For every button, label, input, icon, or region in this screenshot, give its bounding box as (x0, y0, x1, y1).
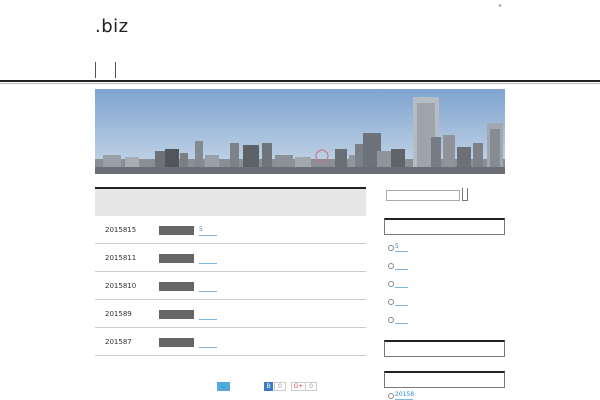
bullet-icon (388, 393, 394, 399)
main-title-bar (95, 187, 366, 216)
post-category-badge[interactable] (159, 226, 194, 235)
tiny-mark: ▸ (499, 2, 503, 9)
post-date: 2015815 (105, 226, 137, 234)
sidebar-link[interactable] (395, 298, 408, 306)
hatena-count: 0 (274, 382, 286, 391)
twitter-share-button[interactable]: 🐦 (217, 382, 230, 391)
sidebar-link[interactable] (395, 262, 408, 270)
sidebar-widget-title-archive (384, 371, 505, 388)
sidebar-link[interactable] (395, 316, 408, 324)
hero-image (95, 89, 505, 174)
sidebar-link[interactable] (395, 280, 408, 288)
post-category-badge[interactable] (159, 338, 194, 347)
archive-link[interactable]: 20158 (395, 392, 414, 400)
post-row: 2015811 (95, 244, 366, 272)
sidebar-widget-title-recent (384, 218, 505, 235)
header-divider-thin (0, 83, 600, 84)
hatena-icon: B (266, 383, 271, 390)
post-link[interactable]: 5 (199, 226, 217, 236)
header-divider (0, 80, 600, 82)
post-row: 2015810 (95, 272, 366, 300)
global-nav (95, 62, 135, 78)
post-row: 2015815 5 (95, 216, 366, 244)
bullet-icon (388, 317, 394, 323)
post-link[interactable] (199, 282, 217, 292)
post-category-badge[interactable] (159, 310, 194, 319)
search-input[interactable] (386, 190, 460, 201)
post-category-badge[interactable] (159, 254, 194, 263)
city-skyline-illustration (95, 89, 505, 174)
gplus-share-button[interactable]: G+ (291, 382, 306, 391)
nav-item-2[interactable] (115, 62, 136, 78)
post-date: 2015811 (105, 254, 137, 262)
gplus-count: 0 (305, 382, 317, 391)
bullet-icon (388, 281, 394, 287)
post-row: 201587 (95, 328, 366, 356)
post-category-badge[interactable] (159, 282, 194, 291)
post-link[interactable] (199, 338, 217, 348)
hatena-bookmark-button[interactable]: B (264, 382, 273, 391)
bullet-icon (388, 299, 394, 305)
nav-item-1[interactable] (95, 62, 116, 78)
main-content: 2015815 5 2015811 2015810 201589 201587 (95, 187, 366, 356)
bullet-icon (388, 245, 394, 251)
post-row: 201589 (95, 300, 366, 328)
sidebar-link[interactable]: 5 (395, 244, 408, 252)
bullet-icon (388, 263, 394, 269)
twitter-icon: 🐦 (219, 383, 228, 390)
post-link[interactable] (199, 310, 217, 320)
search-button[interactable] (462, 188, 468, 201)
sidebar-widget-title-comments (384, 340, 505, 357)
post-date: 201587 (105, 338, 132, 346)
site-title[interactable]: .biz (95, 16, 129, 37)
gplus-icon: G+ (293, 383, 304, 390)
post-date: 2015810 (105, 282, 137, 290)
post-link[interactable] (199, 254, 217, 264)
post-date: 201589 (105, 310, 132, 318)
